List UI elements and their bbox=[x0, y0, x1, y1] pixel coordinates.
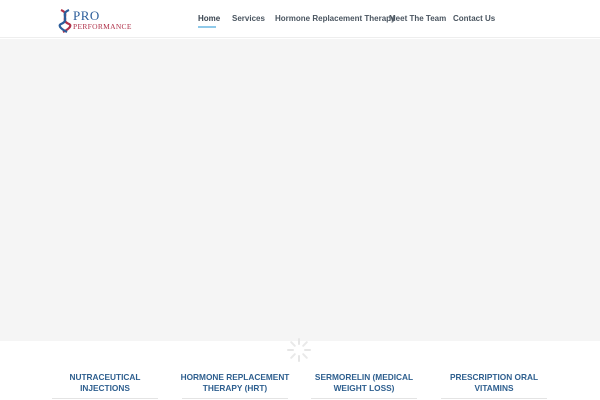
nav-item-services[interactable]: Services bbox=[232, 14, 265, 24]
service-card-prescription-oral-vitamins[interactable]: PRESCRIPTION ORAL VITAMINS bbox=[434, 372, 554, 394]
nav-item-meet-the-team[interactable]: Meet The Team bbox=[389, 14, 446, 24]
service-card-hormone-replacement-therapy[interactable]: HORMONE REPLACEMENT THERAPY (HRT) bbox=[175, 372, 295, 394]
hero-banner bbox=[0, 39, 600, 341]
service-card-divider bbox=[441, 398, 547, 399]
service-card-nutraceutical-injections[interactable]: NUTRACEUTICAL INJECTIONS bbox=[45, 372, 165, 394]
service-card-divider bbox=[52, 398, 158, 399]
site-header: PRO PERFORMANCE Home Services Hormone Re… bbox=[0, 0, 600, 38]
nav-active-indicator bbox=[198, 26, 216, 28]
main-navigation: Home Services Hormone Replacement Therap… bbox=[0, 0, 600, 38]
nav-item-hormone-replacement-therapy[interactable]: Hormone Replacement Therapy bbox=[275, 14, 395, 24]
loading-spinner-icon bbox=[286, 337, 312, 363]
nav-item-home[interactable]: Home bbox=[198, 14, 220, 24]
service-card-divider bbox=[182, 398, 288, 399]
nav-item-contact-us[interactable]: Contact Us bbox=[453, 14, 495, 24]
service-card-sermorelin[interactable]: SERMORELIN (MEDICAL WEIGHT LOSS) bbox=[304, 372, 424, 394]
service-card-divider bbox=[311, 398, 417, 399]
